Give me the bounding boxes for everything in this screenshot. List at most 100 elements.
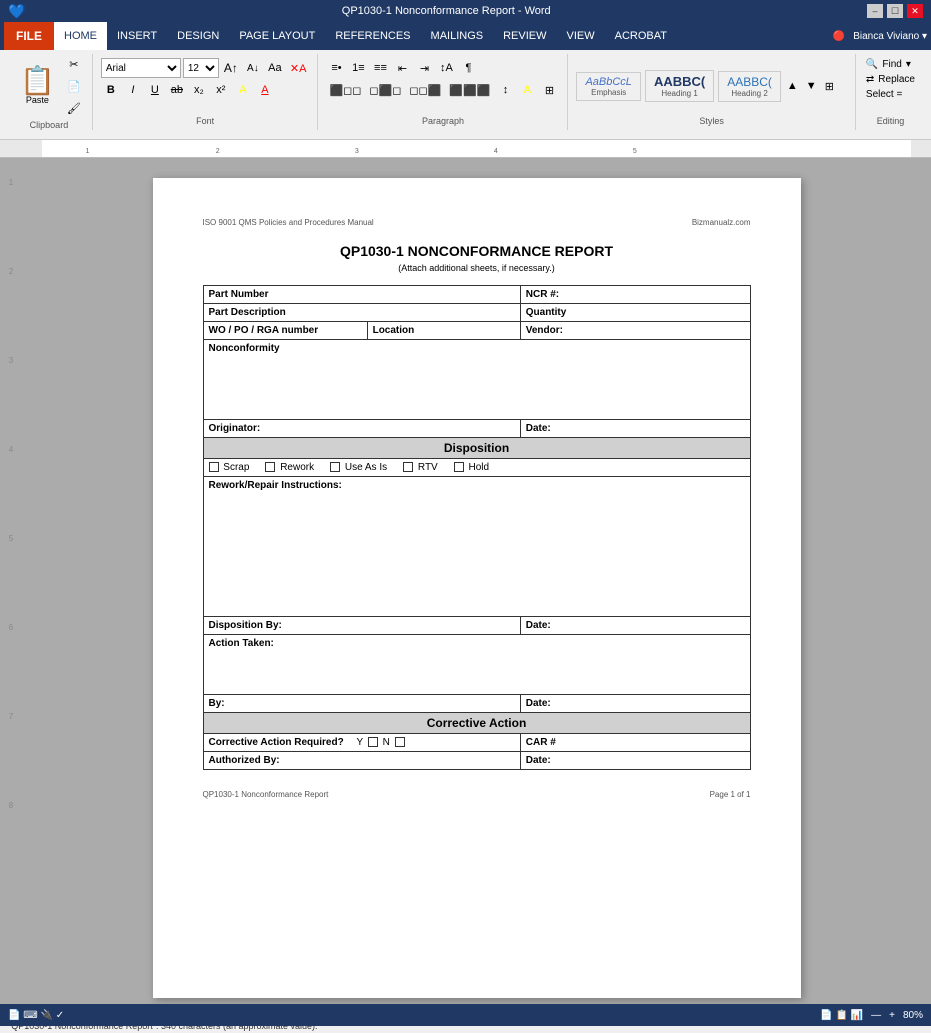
style-emphasis[interactable]: AaBbCcL Emphasis <box>576 72 640 101</box>
sort-button[interactable]: ↕A <box>436 58 456 78</box>
menu-design[interactable]: DESIGN <box>167 22 229 50</box>
date2-label: Date: <box>526 620 551 631</box>
y-checkbox[interactable] <box>368 737 378 747</box>
use-as-is-checkbox[interactable] <box>330 462 340 472</box>
page-header: ISO 9001 QMS Policies and Procedures Man… <box>203 218 751 227</box>
menu-references[interactable]: REFERENCES <box>325 22 420 50</box>
scrap-checkbox[interactable] <box>209 462 219 472</box>
grow-font-button[interactable]: A↑ <box>221 58 241 78</box>
style-emphasis-label: Emphasis <box>585 88 631 97</box>
zoom-level: 80% <box>903 1010 923 1021</box>
hold-option[interactable]: Hold <box>454 462 489 473</box>
action-taken-label: Action Taken: <box>209 638 274 649</box>
font-color-button[interactable]: A <box>255 80 275 100</box>
n-label: N <box>383 737 390 748</box>
styles-scroll-down[interactable]: ▼ <box>804 78 819 94</box>
clipboard-section: 📋 Paste ✂ 📄 🖌 Clipboard <box>6 54 93 130</box>
multilevel-button[interactable]: ≡≡ <box>370 58 390 78</box>
superscript-button[interactable]: x² <box>211 80 231 100</box>
minimize-button[interactable]: – <box>867 4 883 18</box>
styles-scroll-up[interactable]: ▲ <box>785 78 800 94</box>
cut-button[interactable]: ✂ <box>64 54 84 74</box>
find-button[interactable]: 🔍 Find ▾ <box>864 58 917 71</box>
wopo-label: WO / PO / RGA number <box>209 325 319 336</box>
menu-mailings[interactable]: MAILINGS <box>421 22 494 50</box>
paste-button[interactable]: 📋 Paste <box>14 65 61 107</box>
title-bar: 💙 QP1030-1 Nonconformance Report - Word … <box>0 0 931 22</box>
strikethrough-button[interactable]: ab <box>167 80 187 100</box>
underline-button[interactable]: U <box>145 80 165 100</box>
doc-title: QP1030-1 NONCONFORMANCE REPORT <box>203 243 751 259</box>
menu-view[interactable]: VIEW <box>557 22 605 50</box>
italic-button[interactable]: I <box>123 80 143 100</box>
show-hide-button[interactable]: ¶ <box>458 58 478 78</box>
increase-indent-button[interactable]: ⇥ <box>414 58 434 78</box>
paragraph-section: ≡• 1≡ ≡≡ ⇤ ⇥ ↕A ¶ ⬛◻◻ ◻⬛◻ ◻◻⬛ ⬛⬛⬛ ↕ A ⊞ <box>318 54 568 130</box>
date3-cell: Date: <box>520 695 750 713</box>
checkbox-row: Scrap Rework Use As Is RTV <box>209 462 745 473</box>
rtv-option[interactable]: RTV <box>403 462 438 473</box>
decrease-indent-button[interactable]: ⇤ <box>392 58 412 78</box>
select-button[interactable]: Select = <box>864 88 917 101</box>
menu-acrobat[interactable]: ACROBAT <box>605 22 677 50</box>
header-left: ISO 9001 QMS Policies and Procedures Man… <box>203 218 374 227</box>
borders-button[interactable]: ⊞ <box>539 80 559 100</box>
rtv-checkbox[interactable] <box>403 462 413 472</box>
nonconformity-cell: Nonconformity <box>203 340 750 420</box>
align-right-button[interactable]: ◻◻⬛ <box>406 80 444 100</box>
file-menu[interactable]: FILE <box>4 22 54 50</box>
rework-option[interactable]: Rework <box>265 462 314 473</box>
doc-subtitle: (Attach additional sheets, if necessary.… <box>203 263 751 273</box>
menu-insert[interactable]: INSERT <box>107 22 167 50</box>
font-size-select[interactable]: 12 <box>183 58 219 78</box>
numbering-button[interactable]: 1≡ <box>348 58 368 78</box>
n-checkbox[interactable] <box>395 737 405 747</box>
close-button[interactable]: ✕ <box>907 4 923 18</box>
replace-button[interactable]: ⇄ Replace <box>864 73 917 86</box>
scrap-option[interactable]: Scrap <box>209 462 250 473</box>
menu-review[interactable]: REVIEW <box>493 22 556 50</box>
table-row: Part Number NCR #: <box>203 286 750 304</box>
part-number-label: Part Number <box>209 289 269 300</box>
rework-checkbox[interactable] <box>265 462 275 472</box>
menu-home[interactable]: HOME <box>54 22 107 50</box>
change-case-button[interactable]: Aa <box>265 58 285 78</box>
align-center-button[interactable]: ◻⬛◻ <box>366 80 404 100</box>
align-left-button[interactable]: ⬛◻◻ <box>326 80 364 100</box>
style-h1-label: Heading 1 <box>654 89 705 98</box>
main-area: 1 2 3 4 5 6 7 8 ISO 9001 QMS Policies an… <box>0 158 931 1018</box>
clear-format-button[interactable]: ✕A <box>287 58 310 78</box>
style-heading2[interactable]: AABBC( Heading 2 <box>718 71 781 102</box>
shading-button[interactable]: A <box>517 80 537 100</box>
shrink-font-button[interactable]: A↓ <box>243 58 263 78</box>
maximize-button[interactable]: ☐ <box>887 4 903 18</box>
checkboxes-cell: Scrap Rework Use As Is RTV <box>203 459 750 477</box>
use-as-is-option[interactable]: Use As Is <box>330 462 387 473</box>
form-table: Part Number NCR #: Part Description Quan… <box>203 285 751 770</box>
table-row: Nonconformity <box>203 340 750 420</box>
vendor-cell: Vendor: <box>520 322 750 340</box>
table-row: Authorized By: Date: <box>203 752 750 770</box>
line-spacing-button[interactable]: ↕ <box>495 80 515 100</box>
table-row: Rework/Repair Instructions: <box>203 477 750 617</box>
styles-expand[interactable]: ⊞ <box>823 78 836 95</box>
wopo-cell: WO / PO / RGA number <box>203 322 367 340</box>
disposition-by-label: Disposition By: <box>209 620 282 631</box>
table-row: Scrap Rework Use As Is RTV <box>203 459 750 477</box>
hold-checkbox[interactable] <box>454 462 464 472</box>
copy-button[interactable]: 📄 <box>64 76 84 96</box>
bold-button[interactable]: B <box>101 80 121 100</box>
style-heading1[interactable]: AABBC( Heading 1 <box>645 70 714 102</box>
text-highlight-button[interactable]: A <box>233 80 253 100</box>
subscript-button[interactable]: x₂ <box>189 80 209 100</box>
quantity-label: Quantity <box>526 307 567 318</box>
style-h1-preview: AABBC( <box>654 74 705 89</box>
menu-page-layout[interactable]: PAGE LAYOUT <box>229 22 325 50</box>
bullets-button[interactable]: ≡• <box>326 58 346 78</box>
style-emphasis-preview: AaBbCcL <box>585 76 631 88</box>
format-painter-button[interactable]: 🖌 <box>64 98 84 118</box>
justify-button[interactable]: ⬛⬛⬛ <box>446 80 493 100</box>
font-name-select[interactable]: Arial <box>101 58 181 78</box>
status-bar: 📄 ⌨ 🔌 ✓ 📄 📋 📊 — + 80% <box>0 1004 931 1026</box>
authorized-by-label: Authorized By: <box>209 755 280 766</box>
